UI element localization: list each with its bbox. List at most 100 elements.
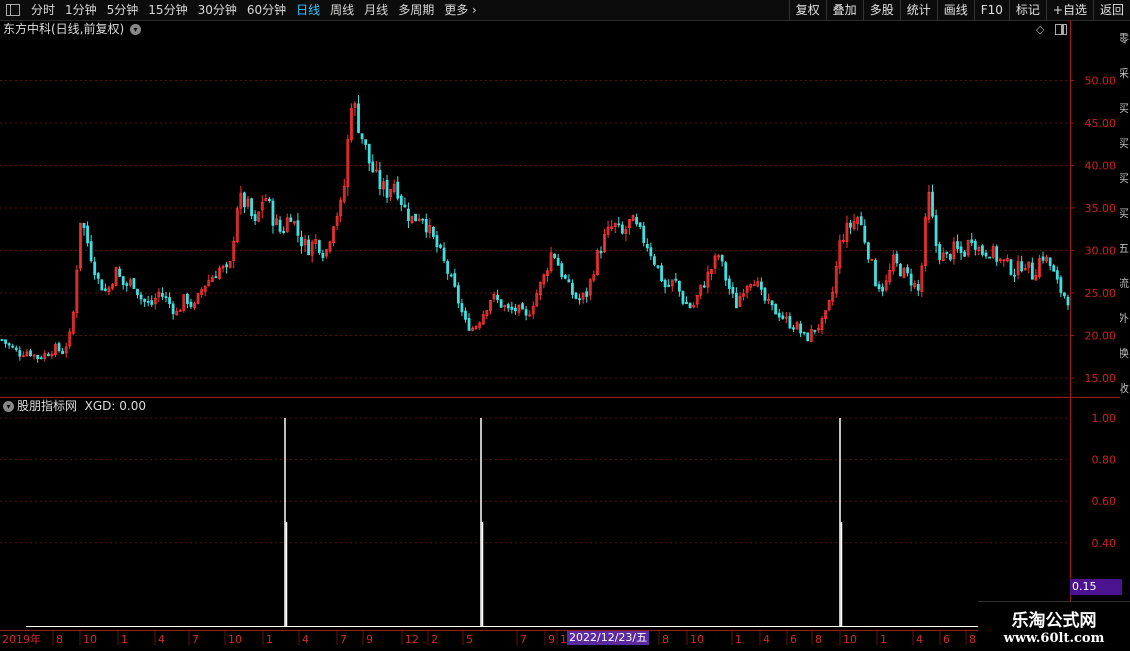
candle-body: [927, 191, 931, 220]
indicator-value-label: XGD: 0.00: [84, 399, 146, 413]
candle-body: [232, 240, 236, 261]
candle: [610, 219, 614, 232]
period-tab-7[interactable]: 周线: [325, 0, 359, 20]
candle-body: [824, 310, 827, 320]
candle: [713, 253, 717, 274]
candle-body: [474, 325, 478, 330]
candle-body: [681, 291, 685, 304]
candle-body: [300, 236, 303, 247]
candle-body: [136, 288, 139, 295]
candle-body: [759, 281, 763, 290]
chevron-down-icon[interactable]: ▾: [130, 24, 142, 35]
candle-body: [763, 287, 767, 301]
candle-body: [628, 219, 631, 229]
action-button-6[interactable]: 标记: [1008, 0, 1046, 20]
x-axis-label: 2: [431, 633, 438, 646]
price-tick: 25.00: [1085, 287, 1117, 300]
x-axis-label: 10: [83, 633, 97, 646]
candle: [442, 242, 446, 264]
candle-body: [556, 257, 560, 266]
candle: [834, 261, 838, 298]
candle-body: [264, 198, 268, 201]
period-tab-2[interactable]: 5分钟: [102, 0, 144, 20]
candle-body: [478, 322, 482, 328]
candle: [863, 219, 867, 245]
period-tab-8[interactable]: 月线: [359, 0, 393, 20]
action-button-4[interactable]: 画线: [936, 0, 974, 20]
period-tab-9[interactable]: 多周期: [393, 0, 439, 20]
candle-body: [128, 279, 132, 286]
action-button-0[interactable]: 复权: [788, 0, 826, 20]
period-tab-1[interactable]: 1分钟: [60, 0, 102, 20]
candle: [688, 302, 692, 309]
candle: [64, 342, 68, 358]
candle: [727, 275, 731, 295]
action-button-1[interactable]: 叠加: [825, 0, 863, 20]
period-tab-6[interactable]: 日线: [291, 0, 325, 20]
period-tab-10[interactable]: 更多 ›: [439, 0, 482, 20]
action-button-3[interactable]: 统计: [899, 0, 937, 20]
action-button-7[interactable]: +自选: [1045, 0, 1093, 20]
candle: [492, 291, 496, 303]
candle: [556, 254, 560, 266]
diamond-icon[interactable]: ◇: [1036, 23, 1044, 36]
chevron-down-icon[interactable]: ▾: [3, 401, 14, 412]
candle: [1066, 294, 1070, 310]
action-button-5[interactable]: F10: [973, 0, 1009, 20]
candle: [617, 217, 621, 228]
candle-body: [317, 240, 321, 253]
candle: [991, 243, 995, 259]
candle-body: [54, 343, 57, 355]
candle: [260, 195, 264, 219]
candle-body: [111, 284, 114, 289]
period-tab-3[interactable]: 15分钟: [143, 0, 192, 20]
candle-body: [1034, 275, 1038, 281]
candle-body: [499, 299, 503, 308]
candle: [585, 287, 589, 303]
candle-body: [923, 216, 927, 266]
candle: [446, 259, 450, 280]
candle-body: [827, 299, 831, 311]
candle: [61, 347, 65, 355]
side-panel-edge[interactable]: 零 采 买 买 买 买 五 流 外 换 收: [1120, 20, 1130, 632]
candle-body: [389, 189, 393, 198]
candle-body: [239, 192, 243, 209]
candle-body: [724, 262, 728, 281]
candle-body: [745, 285, 749, 293]
candle-body: [153, 297, 157, 305]
candle-body: [7, 343, 11, 346]
candle-body: [57, 343, 61, 352]
candle: [1034, 268, 1038, 281]
period-tab-0[interactable]: 分时: [26, 0, 60, 20]
action-button-2[interactable]: 多股: [862, 0, 900, 20]
candle-body: [770, 300, 774, 306]
candle-body: [143, 298, 147, 302]
period-tab-4[interactable]: 30分钟: [193, 0, 242, 20]
candle: [970, 232, 974, 246]
candle: [1009, 258, 1013, 276]
candle: [392, 179, 396, 194]
candle-body: [321, 252, 325, 258]
price-chart[interactable]: 50.00 45.00 40.00 35.00 30.00 25.00 20.00 15.00…: [0, 0, 1130, 650]
candle: [474, 325, 478, 330]
candle: [339, 196, 343, 223]
candle: [228, 260, 232, 269]
candle-body: [107, 287, 111, 293]
candle: [902, 267, 906, 279]
candle: [838, 234, 842, 275]
candle-body: [378, 170, 382, 190]
candle: [107, 285, 111, 296]
period-tab-5[interactable]: 60分钟: [242, 0, 291, 20]
candle: [449, 272, 453, 278]
panel-toggle-icon[interactable]: [1055, 24, 1067, 35]
x-axis-label: 1: [735, 633, 742, 646]
candle-body: [945, 251, 949, 254]
action-button-8[interactable]: 返回: [1092, 0, 1130, 20]
x-axis-label: 9: [548, 633, 555, 646]
candle-body: [82, 223, 86, 228]
candle: [282, 226, 286, 235]
candle: [963, 249, 967, 258]
window-layout-icon[interactable]: [6, 4, 20, 16]
candle-body: [132, 278, 136, 289]
candle-body: [667, 284, 671, 287]
